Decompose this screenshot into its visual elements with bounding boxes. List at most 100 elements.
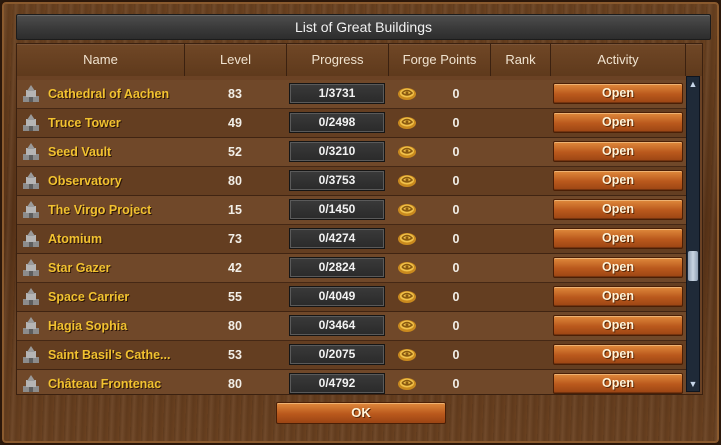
building-progress: 0/2824	[289, 257, 385, 278]
building-level: 15	[228, 203, 242, 217]
building-level: 52	[228, 145, 242, 159]
building-progress: 0/4274	[289, 228, 385, 249]
scroll-down-arrow-icon[interactable]: ▼	[688, 378, 698, 390]
column-header-rank[interactable]: Rank	[491, 44, 551, 76]
building-name: Star Gazer	[48, 261, 111, 275]
building-progress: 0/3464	[289, 315, 385, 336]
open-button[interactable]: Open	[553, 170, 683, 191]
building-level: 83	[228, 87, 242, 101]
forge-points-icon	[397, 86, 417, 102]
ok-button[interactable]: OK	[276, 402, 446, 424]
open-button[interactable]: Open	[553, 286, 683, 307]
forge-points-icon	[397, 376, 417, 392]
table-row: Star Gazer 42 0/2824 0 Open	[17, 254, 686, 283]
scroll-thumb[interactable]	[688, 251, 698, 281]
building-name: Saint Basil's Cathe...	[48, 348, 171, 362]
table-row: Space Carrier 55 0/4049 0 Open	[17, 283, 686, 312]
open-button[interactable]: Open	[553, 83, 683, 104]
forge-points-icon	[397, 231, 417, 247]
tower-icon	[21, 113, 41, 133]
building-progress: 0/3210	[289, 141, 385, 162]
column-header-level[interactable]: Level	[185, 44, 287, 76]
building-name: The Virgo Project	[48, 203, 152, 217]
forge-points-value: 0	[452, 377, 460, 391]
table-row: Château Frontenac 80 0/4792 0 Open	[17, 370, 686, 394]
table-scrollbar[interactable]: ▲ ▼	[686, 76, 700, 392]
building-progress: 0/3753	[289, 170, 385, 191]
forge-points-icon	[397, 144, 417, 160]
table-row: The Virgo Project 15 0/1450 0 Open	[17, 196, 686, 225]
building-progress: 0/4049	[289, 286, 385, 307]
building-level: 49	[228, 116, 242, 130]
building-level: 53	[228, 348, 242, 362]
building-level: 80	[228, 377, 242, 391]
open-button[interactable]: Open	[553, 315, 683, 336]
forge-points-value: 0	[452, 116, 460, 130]
building-level: 42	[228, 261, 242, 275]
building-level: 73	[228, 232, 242, 246]
open-button[interactable]: Open	[553, 112, 683, 133]
buildings-table: Name Level Progress Forge Points Rank Ac…	[16, 43, 703, 395]
column-header-activity[interactable]: Activity	[551, 44, 686, 76]
forge-points-value: 0	[452, 261, 460, 275]
open-button[interactable]: Open	[553, 344, 683, 365]
building-level: 80	[228, 319, 242, 333]
building-name: Château Frontenac	[48, 377, 162, 391]
forge-points-value: 0	[452, 232, 460, 246]
table-row: Hagia Sophia 80 0/3464 0 Open	[17, 312, 686, 341]
column-header-name[interactable]: Name	[17, 44, 185, 76]
scroll-up-arrow-icon[interactable]: ▲	[688, 78, 698, 90]
forge-points-value: 0	[452, 145, 460, 159]
forge-points-icon	[397, 173, 417, 189]
building-name: Space Carrier	[48, 290, 130, 304]
table-row: Atomium 73 0/4274 0 Open	[17, 225, 686, 254]
observatory-icon	[21, 171, 41, 191]
space-carrier-icon	[21, 287, 41, 307]
forge-points-value: 0	[452, 174, 460, 188]
building-name: Atomium	[48, 232, 103, 246]
column-header-progress[interactable]: Progress	[287, 44, 389, 76]
dialog-title: List of Great Buildings	[16, 14, 711, 40]
chateau-icon	[21, 374, 41, 394]
open-button[interactable]: Open	[553, 199, 683, 220]
forge-points-icon	[397, 347, 417, 363]
building-name: Truce Tower	[48, 116, 121, 130]
star-gazer-icon	[21, 258, 41, 278]
forge-points-value: 0	[452, 290, 460, 304]
saint-basils-icon	[21, 345, 41, 365]
building-level: 55	[228, 290, 242, 304]
great-buildings-dialog: List of Great Buildings Name Level Progr…	[0, 0, 721, 445]
virgo-icon	[21, 200, 41, 220]
table-body: Cathedral of Aachen 83 1/3731 0 Open Tru…	[17, 76, 686, 394]
open-button[interactable]: Open	[553, 228, 683, 249]
table-header: Name Level Progress Forge Points Rank Ac…	[17, 44, 702, 76]
table-row: Observatory 80 0/3753 0 Open	[17, 167, 686, 196]
building-progress: 0/1450	[289, 199, 385, 220]
forge-points-icon	[397, 202, 417, 218]
building-name: Cathedral of Aachen	[48, 87, 170, 101]
forge-points-value: 0	[452, 203, 460, 217]
forge-points-value: 0	[452, 87, 460, 101]
open-button[interactable]: Open	[553, 257, 683, 278]
building-progress: 0/4792	[289, 373, 385, 394]
header-spacer	[686, 44, 702, 76]
forge-points-icon	[397, 115, 417, 131]
cathedral-icon	[21, 84, 41, 104]
building-level: 80	[228, 174, 242, 188]
column-header-forge-points[interactable]: Forge Points	[389, 44, 491, 76]
forge-points-value: 0	[452, 348, 460, 362]
table-row: Cathedral of Aachen 83 1/3731 0 Open	[17, 80, 686, 109]
table-row: Seed Vault 52 0/3210 0 Open	[17, 138, 686, 167]
forge-points-value: 0	[452, 319, 460, 333]
building-progress: 0/2075	[289, 344, 385, 365]
open-button[interactable]: Open	[553, 141, 683, 162]
forge-points-icon	[397, 318, 417, 334]
building-progress: 1/3731	[289, 83, 385, 104]
forge-points-icon	[397, 289, 417, 305]
open-button[interactable]: Open	[553, 373, 683, 394]
building-name: Seed Vault	[48, 145, 112, 159]
table-row: Saint Basil's Cathe... 53 0/2075 0 Open	[17, 341, 686, 370]
table-row: Truce Tower 49 0/2498 0 Open	[17, 109, 686, 138]
hagia-sophia-icon	[21, 316, 41, 336]
forge-points-icon	[397, 260, 417, 276]
